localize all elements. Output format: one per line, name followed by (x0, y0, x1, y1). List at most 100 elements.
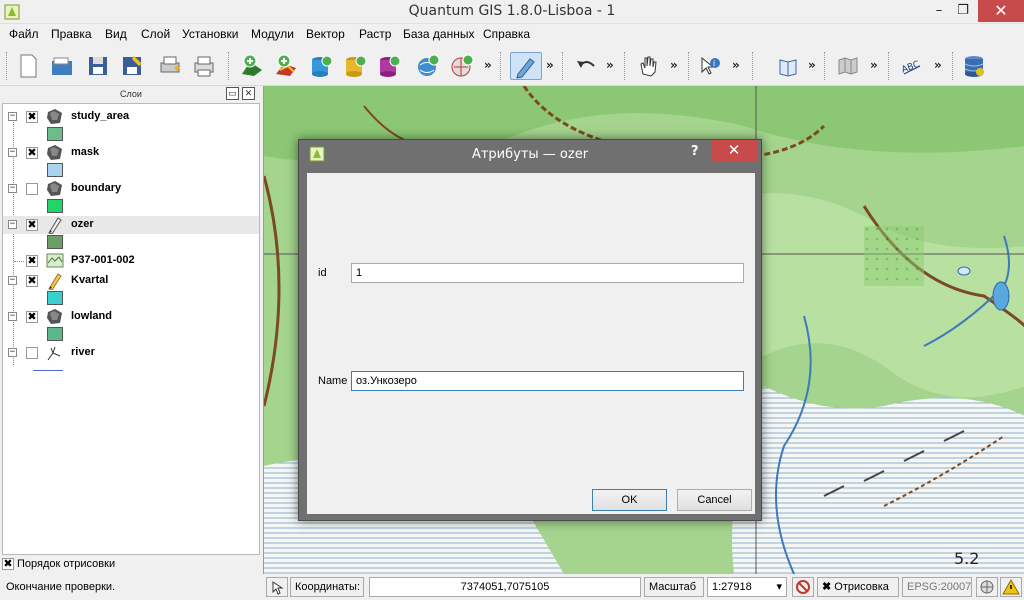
layer-kvartal[interactable]: − ✖ Kvartal (3, 272, 259, 290)
epsg-button[interactable]: EPSG:20007 (902, 577, 972, 597)
layer-visibility-checkbox[interactable] (26, 347, 38, 359)
float-panel-button[interactable]: ▭ (226, 87, 239, 100)
toolbar-more-button[interactable]: » (546, 58, 554, 72)
add-wfs-layer-button[interactable] (448, 52, 476, 80)
print-button[interactable] (190, 52, 218, 80)
save-project-button[interactable] (84, 52, 112, 80)
pan-map-button[interactable] (634, 52, 662, 80)
layer-visibility-checkbox[interactable]: ✖ (26, 111, 38, 123)
menu-file[interactable]: Файл (9, 27, 39, 41)
collapse-icon[interactable]: − (8, 148, 17, 157)
field-label-id: id (318, 267, 327, 279)
layer-river[interactable]: − river (3, 344, 259, 362)
add-wms-layer-button[interactable] (414, 52, 442, 80)
identify-button[interactable]: i (696, 52, 724, 80)
menu-database[interactable]: База данных (403, 27, 474, 41)
layer-boundary[interactable]: − boundary (3, 180, 259, 198)
layer-mask[interactable]: − ✖ mask (3, 144, 259, 162)
toolbar-more-button[interactable]: » (934, 58, 942, 72)
layer-visibility-checkbox[interactable]: ✖ (26, 311, 38, 323)
dialog-close-button[interactable]: ✕ (711, 140, 757, 161)
layer-visibility-checkbox[interactable]: ✖ (26, 219, 38, 231)
add-vector-layer-button[interactable] (238, 52, 266, 80)
toolbar-more-button[interactable]: » (808, 58, 816, 72)
toggle-editing-button[interactable] (510, 52, 542, 80)
layer-symbol-swatch[interactable] (47, 291, 63, 305)
collapse-icon[interactable]: − (8, 184, 17, 193)
layer-symbol-swatch[interactable] (47, 235, 63, 249)
stop-render-button[interactable] (792, 577, 814, 597)
new-project-button[interactable] (14, 52, 42, 80)
layer-lowland[interactable]: − ✖ lowland (3, 308, 259, 326)
dialog-help-button[interactable]: ? (691, 144, 699, 159)
layer-symbol-swatch[interactable] (47, 327, 63, 341)
messages-button[interactable] (1000, 577, 1022, 597)
undo-button[interactable] (572, 52, 600, 80)
toolbar-more-button[interactable]: » (484, 58, 492, 72)
render-order-checkbox[interactable]: ✖ (2, 558, 14, 570)
menu-layer[interactable]: Слой (141, 27, 170, 41)
close-panel-button[interactable]: ✕ (242, 87, 255, 100)
collapse-icon[interactable]: − (8, 220, 17, 229)
layer-visibility-checkbox[interactable]: ✖ (26, 147, 38, 159)
menu-settings[interactable]: Установки (182, 27, 238, 41)
menu-plugins[interactable]: Модули (251, 27, 294, 41)
menu-vector[interactable]: Вектор (306, 27, 345, 41)
toggle-extents-button[interactable] (266, 577, 288, 597)
toolbar-grip[interactable] (6, 52, 7, 80)
db-manager-button[interactable] (960, 52, 990, 80)
save-as-button[interactable] (118, 52, 146, 80)
coords-field[interactable]: 7374051,7075105 (369, 577, 641, 597)
collapse-icon[interactable]: − (8, 112, 17, 121)
collapse-icon[interactable]: − (8, 312, 17, 321)
name-field[interactable]: оз.Ункозеро (351, 371, 744, 391)
id-field[interactable]: 1 (351, 263, 744, 283)
add-mssql-layer-button[interactable] (374, 52, 402, 80)
layer-symbol-swatch[interactable] (47, 163, 63, 177)
collapse-icon[interactable]: − (8, 348, 17, 357)
toolbar-more-button[interactable]: » (732, 58, 740, 72)
maximize-button[interactable]: ❐ (948, 0, 978, 22)
layer-study-area[interactable]: − ✖ study_area (3, 108, 259, 126)
collapse-icon[interactable]: − (8, 276, 17, 285)
globe-wfs-icon (451, 54, 474, 77)
toolbar-more-button[interactable]: » (870, 58, 878, 72)
render-order-row[interactable]: ✖ Порядок отрисовки (0, 556, 262, 574)
menu-raster[interactable]: Растр (359, 27, 391, 41)
label-tool-button[interactable]: ABC (898, 52, 926, 80)
database-purple-icon (380, 55, 401, 77)
scale-combobox[interactable]: 1:27918 ▾ (707, 577, 787, 597)
scale-label: Масштаб (644, 577, 704, 597)
menu-help[interactable]: Справка (483, 27, 530, 41)
ok-button[interactable]: OK (592, 489, 667, 511)
close-window-button[interactable]: ✕ (978, 0, 1024, 22)
add-postgis-layer-button[interactable] (306, 52, 334, 80)
river-line-symbol[interactable] (33, 370, 63, 371)
warning-icon (1002, 578, 1020, 595)
crs-status-button[interactable] (976, 577, 998, 597)
layer-ozer[interactable]: − ✖ ozer (3, 216, 259, 234)
layer-visibility-checkbox[interactable]: ✖ (26, 275, 38, 287)
toolbar-more-button[interactable]: » (670, 58, 678, 72)
dialog-title-bar[interactable]: Атрибуты — ozer ? ✕ (299, 140, 761, 168)
menu-edit[interactable]: Правка (51, 27, 92, 41)
render-toggle[interactable]: ✖ Отрисовка (817, 577, 899, 597)
layer-name: study_area (71, 110, 130, 122)
add-spatialite-layer-button[interactable] (340, 52, 368, 80)
menu-view[interactable]: Вид (105, 27, 127, 41)
dialog-body: id 1 Name оз.Ункозеро OK Cancel (307, 173, 755, 514)
toolbar-more-button[interactable]: » (606, 58, 614, 72)
map-tips-button[interactable] (834, 52, 862, 80)
layer-symbol-swatch[interactable] (47, 199, 63, 213)
layer-symbol-swatch[interactable] (47, 127, 63, 141)
cancel-button[interactable]: Cancel (677, 489, 752, 511)
render-checkbox[interactable]: ✖ (822, 581, 831, 593)
layer-p37-001-002[interactable]: ✖ P37-001-002 (3, 252, 259, 270)
help-book-button[interactable] (774, 52, 802, 80)
print-composer-button[interactable] (156, 52, 184, 80)
pencil-edit-icon (516, 58, 535, 79)
layer-visibility-checkbox[interactable]: ✖ (26, 255, 38, 267)
layer-visibility-checkbox[interactable] (26, 183, 38, 195)
add-raster-layer-button[interactable] (272, 52, 300, 80)
open-project-button[interactable] (48, 52, 76, 80)
